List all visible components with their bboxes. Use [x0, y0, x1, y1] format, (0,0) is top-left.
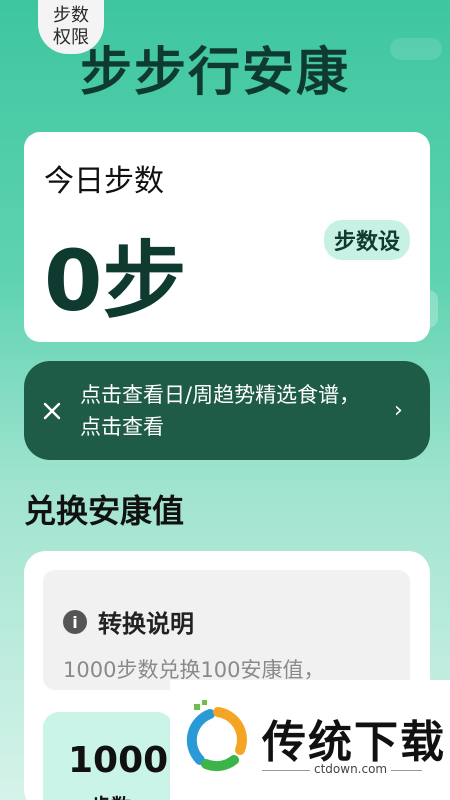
site-logo-icon: [186, 700, 247, 772]
app-title: 步步行安康: [80, 43, 351, 103]
watermark-title: 传统下载: [262, 717, 446, 768]
watermark-url: ctdown.com: [310, 762, 392, 776]
recipe-banner-text: 点击查看日/周趋势精选食谱，点击查看: [80, 382, 361, 439]
exchange-option-unit: 步数: [91, 790, 131, 800]
chevron-right-icon: ›: [394, 398, 403, 423]
exchange-option-card[interactable]: 1000 步数: [43, 712, 173, 800]
corner-faint-decoration: [390, 38, 442, 60]
permission-line1: 步数: [53, 5, 89, 26]
today-steps-value: 0步: [44, 232, 187, 330]
conversion-explanation-title: 转换说明: [98, 610, 194, 638]
step-settings-button[interactable]: 步数设: [323, 220, 410, 260]
today-steps-label: 今日步数: [44, 164, 164, 199]
site-watermark: 传统下载 ctdown.com: [170, 680, 450, 800]
info-icon: i: [63, 610, 87, 634]
exchange-option-value: 1000: [68, 740, 169, 781]
recipe-banner[interactable]: 点击查看日/周趋势精选食谱，点击查看 ›: [24, 361, 430, 460]
floating-more-button[interactable]: ···: [400, 290, 438, 328]
today-steps-card: 今日步数 0步 步数设: [24, 132, 430, 342]
exchange-section-title: 兑换安康值: [24, 492, 185, 530]
utensils-icon: [24, 400, 80, 422]
conversion-explanation-box: i 转换说明 1000步数兑换100安康值，: [43, 570, 410, 690]
